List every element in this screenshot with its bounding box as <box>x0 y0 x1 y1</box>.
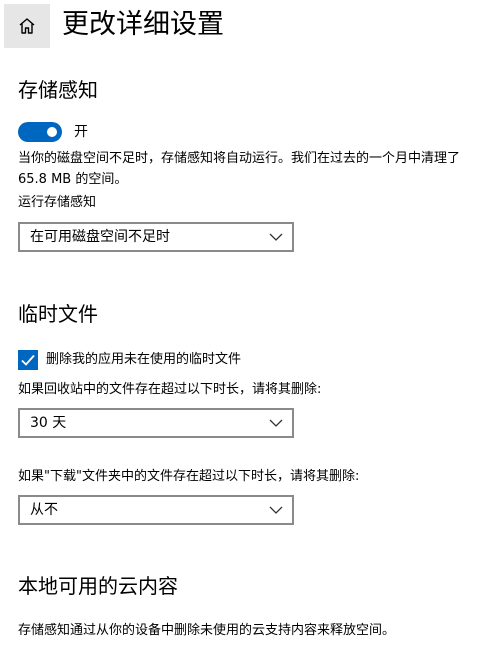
toggle-state-label: 开 <box>74 124 88 140</box>
chevron-down-icon <box>269 506 283 514</box>
dropdown-value: 在可用磁盘空间不足时 <box>30 229 170 245</box>
run-storage-sense-dropdown[interactable]: 在可用磁盘空间不足时 <box>18 222 294 252</box>
home-button[interactable] <box>4 4 50 48</box>
dropdown-value: 从不 <box>30 502 58 518</box>
delete-temp-files-checkbox[interactable] <box>18 350 38 370</box>
run-storage-sense-label: 运行存储感知 <box>18 195 97 210</box>
checkmark-icon <box>21 354 35 366</box>
storage-sense-toggle[interactable] <box>18 122 62 142</box>
storage-sense-description: 当你的磁盘空间不足时，存储感知将自动运行。我们在过去的一个月中清理了 65.8 … <box>18 151 461 187</box>
cloud-content-heading: 本地可用的云内容 <box>18 574 178 598</box>
temp-files-heading: 临时文件 <box>18 302 98 326</box>
toggle-knob <box>47 127 57 137</box>
dropdown-value: 30 天 <box>30 415 67 431</box>
recycle-bin-label: 如果回收站中的文件存在超过以下时长，请将其删除: <box>18 382 322 397</box>
chevron-down-icon <box>269 233 283 241</box>
cloud-content-description: 存储感知通过从你的设备中删除未使用的云支持内容来释放空间。 <box>18 623 396 638</box>
chevron-down-icon <box>269 419 283 427</box>
downloads-dropdown[interactable]: 从不 <box>18 495 294 525</box>
home-icon <box>19 18 35 34</box>
page-title: 更改详细设置 <box>62 9 224 40</box>
downloads-label: 如果"下载"文件夹中的文件存在超过以下时长，请将其删除: <box>18 469 360 484</box>
delete-temp-files-label: 删除我的应用未在使用的临时文件 <box>46 352 242 367</box>
recycle-bin-dropdown[interactable]: 30 天 <box>18 408 294 438</box>
storage-sense-heading: 存储感知 <box>18 78 98 102</box>
header: 更改详细设置 <box>0 0 482 50</box>
